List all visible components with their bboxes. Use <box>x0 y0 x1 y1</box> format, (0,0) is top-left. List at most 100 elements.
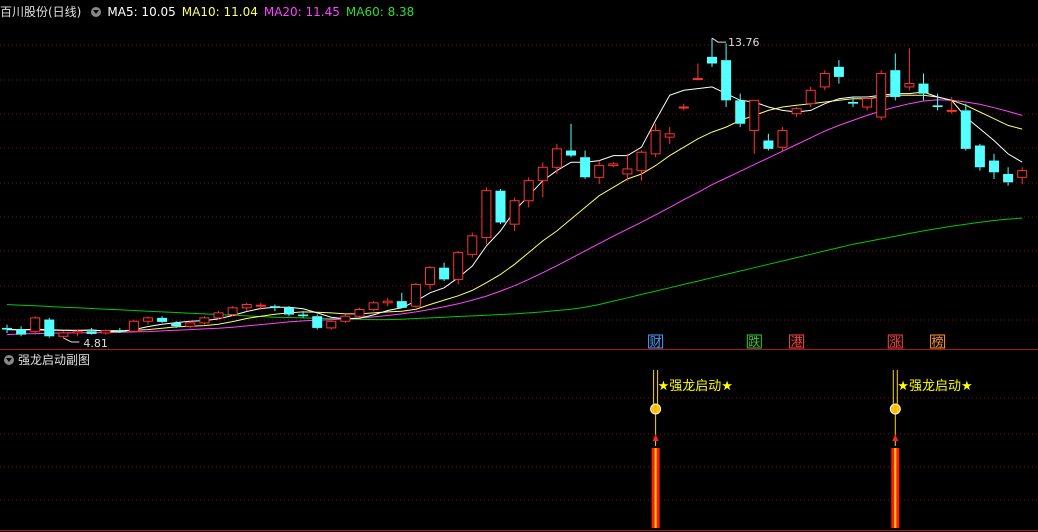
high-pointer <box>711 37 726 43</box>
candle <box>904 48 915 91</box>
candle <box>453 250 464 285</box>
candle <box>143 316 153 325</box>
candle <box>128 319 139 332</box>
candle-body <box>354 309 365 317</box>
candle <box>185 321 196 328</box>
candle-body <box>989 160 999 173</box>
candle <box>495 189 506 225</box>
candle <box>566 123 576 158</box>
candle <box>763 133 774 151</box>
candle-body <box>298 314 309 317</box>
candle-body <box>213 312 224 319</box>
candle <box>396 292 407 308</box>
candle-body <box>763 140 774 149</box>
candle <box>523 177 534 208</box>
signal-marker: ★强龙启动★ <box>650 370 733 528</box>
candle-body <box>707 56 717 64</box>
candle <box>467 232 478 258</box>
candle-body <box>791 108 802 115</box>
candle <box>580 150 591 179</box>
candle-body <box>185 322 196 327</box>
kline-chart[interactable]: 13.76 4.81 财 跌 港 涨 榜 ★强龙启动★ ★强龙启动★ <box>0 0 1038 532</box>
candle-body <box>721 60 732 101</box>
candle-body <box>551 148 562 168</box>
candle-body <box>862 98 873 108</box>
money-bag-icon <box>889 403 901 415</box>
candle <box>509 197 520 231</box>
candle <box>1017 167 1028 184</box>
candle-body <box>805 89 816 105</box>
candle <box>199 316 210 325</box>
candle-body <box>918 83 929 94</box>
candle-body <box>974 145 985 168</box>
signal-arrow-icon <box>652 434 659 441</box>
money-bag-icon <box>650 403 662 415</box>
candle <box>410 282 421 308</box>
candle <box>16 326 27 337</box>
candle <box>241 302 252 312</box>
candle <box>312 314 323 330</box>
candle-body <box>58 332 69 337</box>
candle-body <box>453 252 464 280</box>
candle <box>974 143 985 171</box>
candle-body <box>44 319 55 337</box>
candle <box>622 153 633 181</box>
candle <box>368 301 379 312</box>
candle-body <box>566 150 576 156</box>
candle-body <box>269 306 280 308</box>
candle-body <box>636 151 647 172</box>
candle <box>636 150 647 181</box>
candle-body <box>1003 173 1014 183</box>
candle <box>707 38 717 67</box>
candle <box>692 63 703 81</box>
candle <box>960 103 971 151</box>
candle-body <box>143 317 153 322</box>
candle <box>650 123 661 158</box>
candle <box>777 127 788 151</box>
candle <box>918 73 929 101</box>
candle <box>608 162 619 168</box>
candle-body <box>678 106 689 109</box>
signal-bar-core <box>894 448 897 528</box>
candle-body <box>833 66 844 77</box>
candle-body <box>509 200 520 225</box>
candle-body <box>340 315 351 322</box>
candle <box>86 327 97 335</box>
candle <box>664 127 675 144</box>
candle-body <box>284 307 294 315</box>
candle <box>862 96 873 111</box>
candle-body <box>819 73 830 88</box>
candle-body <box>16 329 27 335</box>
candle <box>340 314 351 323</box>
candle-body <box>86 331 97 334</box>
candle-body <box>735 100 746 124</box>
candle <box>269 304 280 312</box>
candle-body <box>495 190 506 223</box>
event-tag: 榜 <box>932 334 944 349</box>
event-tag: 港 <box>791 335 803 349</box>
candle-body <box>312 316 323 328</box>
candle <box>876 70 887 121</box>
candle <box>100 329 111 335</box>
candle-body <box>1017 170 1028 178</box>
signal-label: ★强龙启动★ <box>897 379 972 394</box>
candle <box>819 70 830 91</box>
candle <box>749 99 760 154</box>
candle <box>382 297 393 307</box>
candle-body <box>326 320 337 329</box>
candle <box>439 262 450 282</box>
candle-body <box>439 267 450 280</box>
signal-marker: ★强龙启动★ <box>889 370 973 528</box>
candle-body <box>594 165 605 178</box>
event-tag: 跌 <box>748 334 760 349</box>
candle-body <box>692 78 703 81</box>
candle <box>791 107 802 118</box>
candle-body <box>72 330 83 334</box>
candle-body <box>241 303 252 309</box>
candle-body <box>481 190 492 239</box>
candle <box>481 187 492 245</box>
candle <box>58 331 69 338</box>
candle-body <box>664 133 675 138</box>
candle-body <box>960 110 971 149</box>
candle-body <box>410 283 421 307</box>
